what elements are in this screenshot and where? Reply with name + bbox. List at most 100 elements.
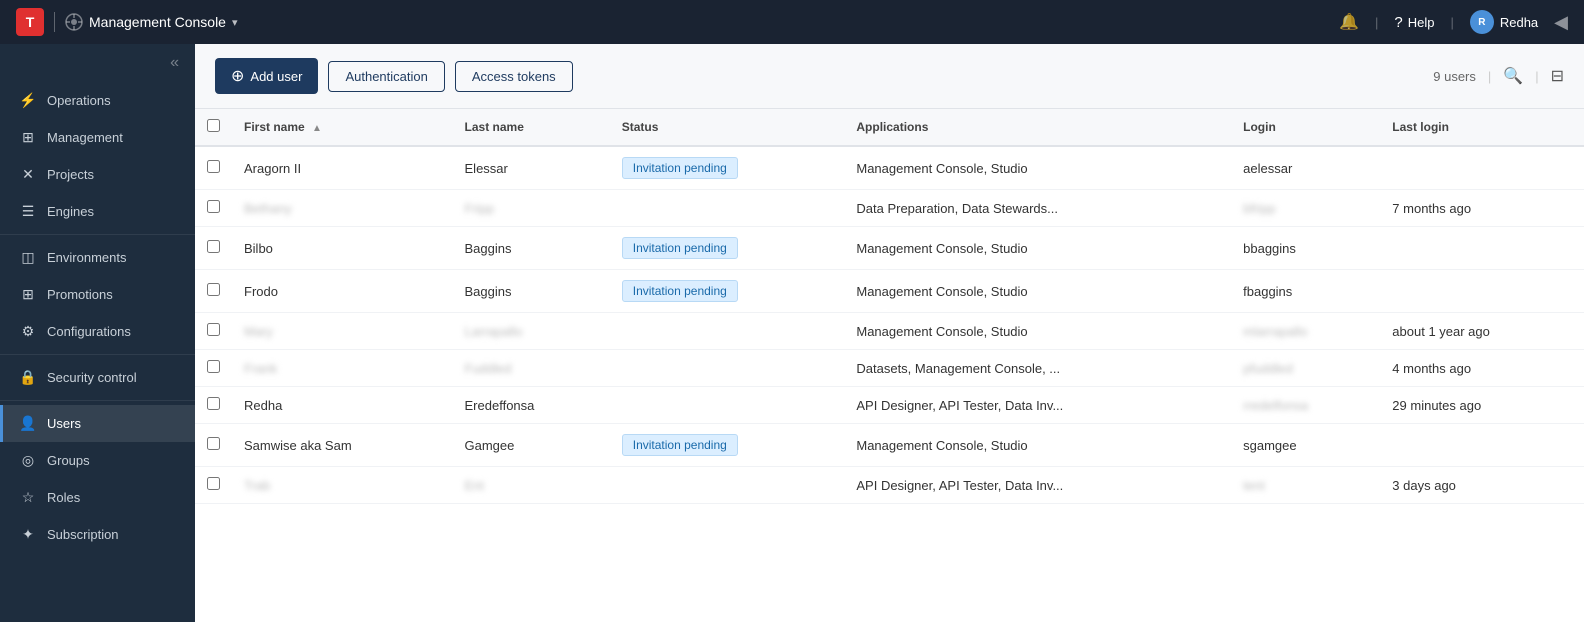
top-navigation: T Management Console ▾ 🔔 | ? Help | R Re… bbox=[0, 0, 1584, 44]
last-login-value: 3 days ago bbox=[1392, 478, 1456, 493]
row-checkbox-8[interactable] bbox=[207, 477, 220, 490]
sidebar-label-security-control: Security control bbox=[47, 370, 137, 385]
app-dropdown-arrow: ▾ bbox=[232, 16, 238, 29]
user-count-label: 9 users bbox=[1433, 69, 1476, 84]
row-checkbox-cell[interactable] bbox=[195, 227, 232, 270]
first-name-cell: Bilbo bbox=[232, 227, 453, 270]
row-checkbox-3[interactable] bbox=[207, 283, 220, 296]
row-checkbox-1[interactable] bbox=[207, 200, 220, 213]
row-checkbox-6[interactable] bbox=[207, 397, 220, 410]
groups-icon: ◎ bbox=[19, 452, 37, 469]
th-first-name-label: First name bbox=[244, 120, 305, 134]
user-name-label: Redha bbox=[1500, 15, 1538, 30]
sidebar-item-management[interactable]: ⊞ Management bbox=[0, 119, 195, 156]
th-first-name[interactable]: First name ▲ bbox=[232, 109, 453, 146]
row-checkbox-cell[interactable] bbox=[195, 350, 232, 387]
last-name-value: Larrapallo bbox=[465, 324, 523, 339]
notification-icon[interactable]: 🔔 bbox=[1339, 12, 1359, 32]
login-cell: tent bbox=[1231, 467, 1380, 504]
login-value: tent bbox=[1243, 478, 1265, 493]
nav-divider bbox=[54, 12, 55, 32]
table-row: Aragorn II Elessar Invitation pending Ma… bbox=[195, 146, 1584, 190]
last-login-value: 7 months ago bbox=[1392, 201, 1471, 216]
toolbar-separator-2: | bbox=[1535, 69, 1538, 84]
sidebar-label-promotions: Promotions bbox=[47, 287, 113, 302]
login-value: fbaggins bbox=[1243, 284, 1292, 299]
select-all-checkbox[interactable] bbox=[207, 119, 220, 132]
row-checkbox-cell[interactable] bbox=[195, 467, 232, 504]
sidebar-collapse-button[interactable]: « bbox=[0, 44, 195, 82]
sidebar-item-engines[interactable]: ☰ Engines bbox=[0, 193, 195, 230]
user-menu[interactable]: R Redha bbox=[1470, 10, 1538, 34]
sidebar-label-configurations: Configurations bbox=[47, 324, 131, 339]
last-name-value: Gamgee bbox=[465, 438, 515, 453]
sidebar-item-groups[interactable]: ◎ Groups bbox=[0, 442, 195, 479]
row-checkbox-7[interactable] bbox=[207, 437, 220, 450]
row-checkbox-cell[interactable] bbox=[195, 190, 232, 227]
sidebar-label-users: Users bbox=[47, 416, 81, 431]
columns-icon[interactable]: ⊟ bbox=[1551, 66, 1564, 86]
users-table-wrap: First name ▲ Last name Status Applicatio… bbox=[195, 109, 1584, 622]
applications-cell: Management Console, Studio bbox=[844, 313, 1231, 350]
sidebar-label-engines: Engines bbox=[47, 204, 94, 219]
status-badge: Invitation pending bbox=[622, 434, 738, 456]
last-name-cell: Elessar bbox=[453, 146, 610, 190]
sidebar-item-environments[interactable]: ◫ Environments bbox=[0, 239, 195, 276]
authentication-button[interactable]: Authentication bbox=[328, 61, 444, 92]
sidebar-item-promotions[interactable]: ⊞ Promotions bbox=[0, 276, 195, 313]
applications-value: Data Preparation, Data Stewards... bbox=[856, 201, 1058, 216]
last-name-value: Ent bbox=[465, 478, 485, 493]
sidebar-item-projects[interactable]: ✕ Projects bbox=[0, 156, 195, 193]
add-user-button[interactable]: ⊕ Add user bbox=[215, 58, 318, 94]
th-login[interactable]: Login bbox=[1231, 109, 1380, 146]
row-checkbox-cell[interactable] bbox=[195, 270, 232, 313]
add-user-label: Add user bbox=[250, 69, 302, 84]
app-name-menu[interactable]: Management Console ▾ bbox=[65, 13, 238, 31]
row-checkbox-5[interactable] bbox=[207, 360, 220, 373]
th-last-login[interactable]: Last login bbox=[1380, 109, 1584, 146]
sidebar-item-operations[interactable]: ⚡ Operations bbox=[0, 82, 195, 119]
row-checkbox-cell[interactable] bbox=[195, 424, 232, 467]
help-button[interactable]: ? Help bbox=[1394, 14, 1434, 31]
table-row: Trab Ent API Designer, API Tester, Data … bbox=[195, 467, 1584, 504]
row-checkbox-2[interactable] bbox=[207, 240, 220, 253]
row-checkbox-cell[interactable] bbox=[195, 387, 232, 424]
search-icon[interactable]: 🔍 bbox=[1503, 66, 1523, 86]
nav-separator-1: | bbox=[1375, 15, 1378, 30]
last-name-cell: Baggins bbox=[453, 270, 610, 313]
access-tokens-button[interactable]: Access tokens bbox=[455, 61, 573, 92]
applications-value: Datasets, Management Console, ... bbox=[856, 361, 1060, 376]
last-login-cell: 3 days ago bbox=[1380, 467, 1584, 504]
row-checkbox-4[interactable] bbox=[207, 323, 220, 336]
status-cell: Invitation pending bbox=[610, 424, 845, 467]
status-cell: Invitation pending bbox=[610, 227, 845, 270]
applications-value: Management Console, Studio bbox=[856, 161, 1027, 176]
table-header-row: First name ▲ Last name Status Applicatio… bbox=[195, 109, 1584, 146]
toolbar-separator: | bbox=[1488, 69, 1491, 84]
sidebar-item-configurations[interactable]: ⚙ Configurations bbox=[0, 313, 195, 350]
applications-value: API Designer, API Tester, Data Inv... bbox=[856, 398, 1063, 413]
sidebar-item-users[interactable]: 👤 Users bbox=[0, 405, 195, 442]
sidebar-item-subscription[interactable]: ✦ Subscription bbox=[0, 516, 195, 553]
first-name-value: Samwise aka Sam bbox=[244, 438, 352, 453]
first-name-cell: Frodo bbox=[232, 270, 453, 313]
table-row: Frank Fuddled Datasets, Management Conso… bbox=[195, 350, 1584, 387]
row-checkbox-0[interactable] bbox=[207, 160, 220, 173]
row-checkbox-cell[interactable] bbox=[195, 313, 232, 350]
topnav-collapse-icon[interactable]: ◀ bbox=[1554, 12, 1568, 33]
sidebar-item-security-control[interactable]: 🔒 Security control bbox=[0, 359, 195, 396]
select-all-header[interactable] bbox=[195, 109, 232, 146]
login-cell: fbaggins bbox=[1231, 270, 1380, 313]
th-applications[interactable]: Applications bbox=[844, 109, 1231, 146]
sidebar-item-roles[interactable]: ☆ Roles bbox=[0, 479, 195, 516]
sidebar-label-projects: Projects bbox=[47, 167, 94, 182]
th-applications-label: Applications bbox=[856, 120, 928, 134]
row-checkbox-cell[interactable] bbox=[195, 146, 232, 190]
first-name-value: Mary bbox=[244, 324, 273, 339]
th-status[interactable]: Status bbox=[610, 109, 845, 146]
authentication-label: Authentication bbox=[345, 69, 427, 84]
last-name-cell: Larrapallo bbox=[453, 313, 610, 350]
status-badge: Invitation pending bbox=[622, 237, 738, 259]
th-last-name[interactable]: Last name bbox=[453, 109, 610, 146]
last-name-cell: Fuddled bbox=[453, 350, 610, 387]
